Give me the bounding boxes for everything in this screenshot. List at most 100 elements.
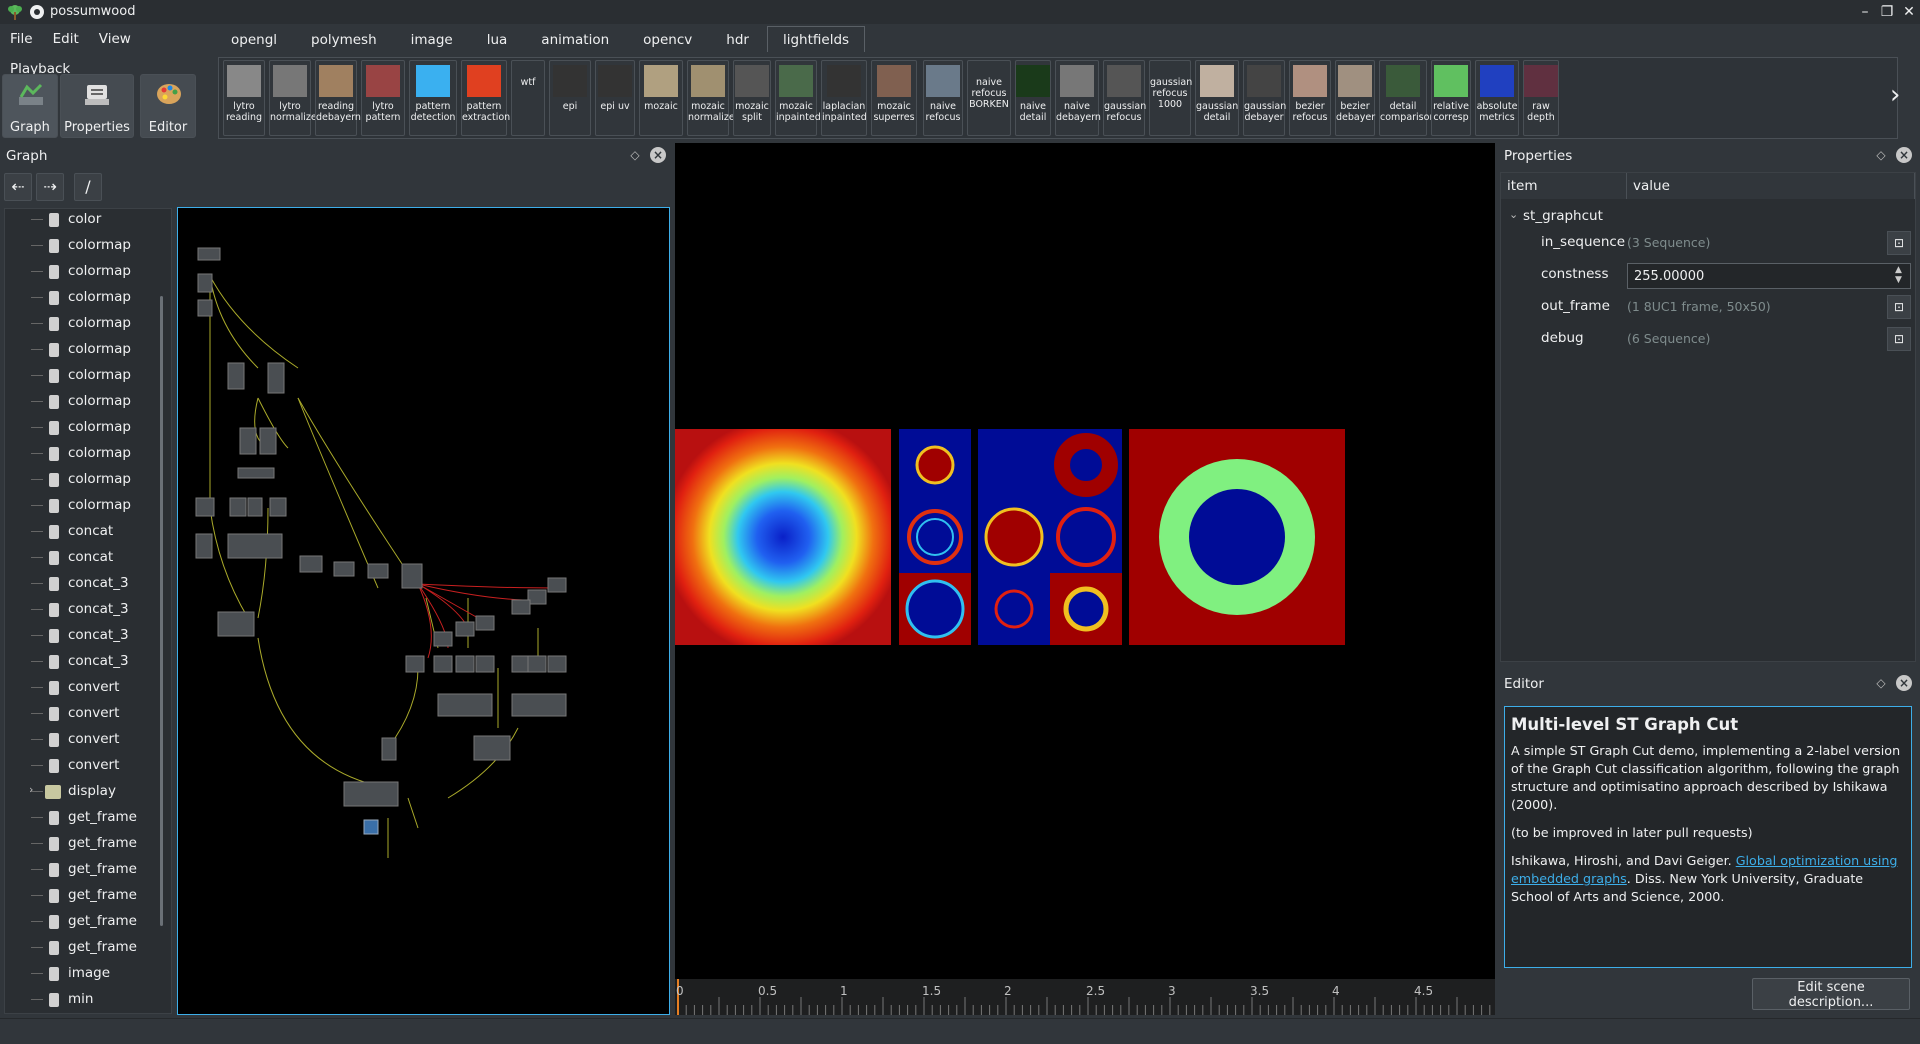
graph-canvas[interactable] xyxy=(177,207,670,1015)
tool-button[interactable]: absolute metrics xyxy=(1475,60,1519,136)
menu-view[interactable]: View xyxy=(89,24,141,54)
tool-button[interactable]: lytro reading xyxy=(223,60,265,136)
tree-item[interactable]: › display xyxy=(5,779,165,805)
tool-button[interactable]: gaussian refocus 1000 xyxy=(1149,60,1192,136)
tree-item[interactable]: concat xyxy=(5,519,165,545)
tree-item[interactable]: colormap xyxy=(5,441,165,467)
tree-item[interactable]: get_frame xyxy=(5,857,165,883)
tool-button[interactable]: detail comparison xyxy=(1379,60,1435,136)
tree-item[interactable]: colormap xyxy=(5,311,165,337)
tool-button[interactable]: naive detail xyxy=(1015,60,1051,136)
tab-lightfields[interactable]: lightfields xyxy=(766,26,866,52)
tree-item[interactable]: min xyxy=(5,987,165,1013)
graph-mode-button[interactable]: Graph xyxy=(2,74,58,138)
menu-edit[interactable]: Edit xyxy=(43,24,89,54)
comment-icon[interactable]: ⊡ xyxy=(1887,231,1911,255)
float-panel-icon[interactable]: ◇ xyxy=(1874,148,1888,162)
tree-item[interactable]: concat_3 xyxy=(5,597,165,623)
app-menu-icon[interactable] xyxy=(30,5,44,19)
column-item[interactable]: item xyxy=(1501,173,1627,199)
chevron-right-icon[interactable]: › xyxy=(29,783,33,796)
tree-item[interactable]: concat xyxy=(5,545,165,571)
property-row[interactable]: out_frame (1 8UC1 frame, 50x50) ⊡ xyxy=(1501,291,1915,323)
tool-button[interactable]: bezier refocus xyxy=(1289,60,1331,136)
tool-button[interactable]: naive debayern xyxy=(1055,60,1101,136)
tool-button[interactable]: naive refocus xyxy=(923,60,963,136)
maximize-icon[interactable]: ❐ xyxy=(1876,2,1898,22)
close-panel-icon[interactable]: × xyxy=(1896,147,1912,163)
properties-mode-button[interactable]: Properties xyxy=(60,74,134,138)
tree-item[interactable]: colormap xyxy=(5,415,165,441)
tab-polymesh[interactable]: polymesh xyxy=(295,26,393,52)
tree-item[interactable]: concat_3 xyxy=(5,571,165,597)
float-panel-icon[interactable]: ◇ xyxy=(1874,676,1888,690)
float-panel-icon[interactable]: ◇ xyxy=(628,148,642,162)
tree-item[interactable]: colormap xyxy=(5,467,165,493)
node-graph[interactable] xyxy=(178,208,670,1015)
timeline[interactable]: 0 0.5 1 1.5 2 2.5 3 3.5 4 4.5 xyxy=(675,979,1495,1015)
tree-item[interactable]: colormap xyxy=(5,363,165,389)
tree-item[interactable]: convert xyxy=(5,753,165,779)
tool-button[interactable]: laplacian inpainted xyxy=(821,60,867,136)
tab-image[interactable]: image xyxy=(395,26,469,52)
tree-item[interactable]: colormap xyxy=(5,493,165,519)
close-panel-icon[interactable]: × xyxy=(650,147,666,163)
tool-button[interactable]: reading debayern xyxy=(315,60,361,136)
tool-button[interactable]: bezier debayer xyxy=(1335,60,1375,136)
tree-item[interactable]: colormap xyxy=(5,285,165,311)
tree-scrollbar[interactable] xyxy=(160,296,163,926)
chevron-down-icon[interactable]: ⌄ xyxy=(1509,208,1518,221)
scene-description[interactable]: Multi-level ST Graph Cut A simple ST Gra… xyxy=(1504,706,1912,968)
tree-item[interactable]: convert xyxy=(5,701,165,727)
tree-item[interactable]: get_frame xyxy=(5,805,165,831)
tree-item[interactable]: colormap xyxy=(5,337,165,363)
minimize-icon[interactable]: – xyxy=(1854,2,1876,22)
tool-button[interactable]: gaussian refocus xyxy=(1103,60,1146,136)
tree-item[interactable]: convert xyxy=(5,675,165,701)
tool-button[interactable]: wtf xyxy=(511,60,545,136)
property-row[interactable]: in_sequence (3 Sequence) ⊡ xyxy=(1501,227,1915,259)
tool-button[interactable]: mozaic inpainted xyxy=(775,60,821,136)
tool-button[interactable]: naive refocus BORKEN xyxy=(967,60,1011,136)
spin-arrows-icon[interactable]: ▲ ▼ xyxy=(1895,265,1902,285)
tool-button[interactable]: mozaic normalize xyxy=(687,60,735,136)
tool-button[interactable]: mozaic split xyxy=(733,60,771,136)
close-window-icon[interactable]: ✕ xyxy=(1898,2,1920,22)
editor-mode-button[interactable]: Editor xyxy=(140,74,196,138)
tree-item[interactable]: concat_3 xyxy=(5,623,165,649)
tree-item[interactable]: get_frame xyxy=(5,883,165,909)
path-breadcrumb[interactable]: / xyxy=(74,173,102,201)
tool-button[interactable]: lytro pattern xyxy=(361,60,405,136)
tree-item[interactable]: colormap xyxy=(5,259,165,285)
tree-item[interactable]: get_frame xyxy=(5,831,165,857)
tree-item[interactable]: get_frame xyxy=(5,909,165,935)
back-button[interactable]: ⇠ xyxy=(4,173,32,201)
property-row[interactable]: constness ▲▼ xyxy=(1501,259,1915,291)
tree-item[interactable]: get_frame xyxy=(5,935,165,961)
tree-item[interactable]: concat_3 xyxy=(5,649,165,675)
viewport[interactable] xyxy=(675,143,1495,1015)
close-panel-icon[interactable]: × xyxy=(1896,675,1912,691)
comment-icon[interactable]: ⊡ xyxy=(1887,327,1911,351)
menu-file[interactable]: File xyxy=(0,24,43,54)
tool-button[interactable]: lytro normalize xyxy=(269,60,317,136)
tool-button[interactable]: epi xyxy=(549,60,591,136)
forward-button[interactable]: ⇢ xyxy=(36,173,64,201)
tree-item[interactable]: convert xyxy=(5,727,165,753)
constness-input[interactable] xyxy=(1627,263,1911,289)
tab-opencv[interactable]: opencv xyxy=(627,26,708,52)
tab-opengl[interactable]: opengl xyxy=(215,26,293,52)
tab-hdr[interactable]: hdr xyxy=(710,26,765,52)
tool-button[interactable]: raw depth xyxy=(1523,60,1559,136)
tool-button[interactable]: relative corresp xyxy=(1431,60,1471,136)
tree-item[interactable]: image xyxy=(5,961,165,987)
edit-scene-description-button[interactable]: Edit scene description... xyxy=(1752,978,1910,1010)
scroll-right-icon[interactable]: › xyxy=(1890,80,1900,110)
column-value[interactable]: value xyxy=(1627,173,1915,199)
property-row[interactable]: debug (6 Sequence) ⊡ xyxy=(1501,323,1915,355)
tree-item[interactable]: color xyxy=(5,209,165,233)
tool-button[interactable]: epi uv xyxy=(595,60,635,136)
tool-button[interactable]: gaussian detail xyxy=(1195,60,1239,136)
tool-button[interactable]: mozaic superres xyxy=(871,60,917,136)
tab-lua[interactable]: lua xyxy=(471,26,524,52)
